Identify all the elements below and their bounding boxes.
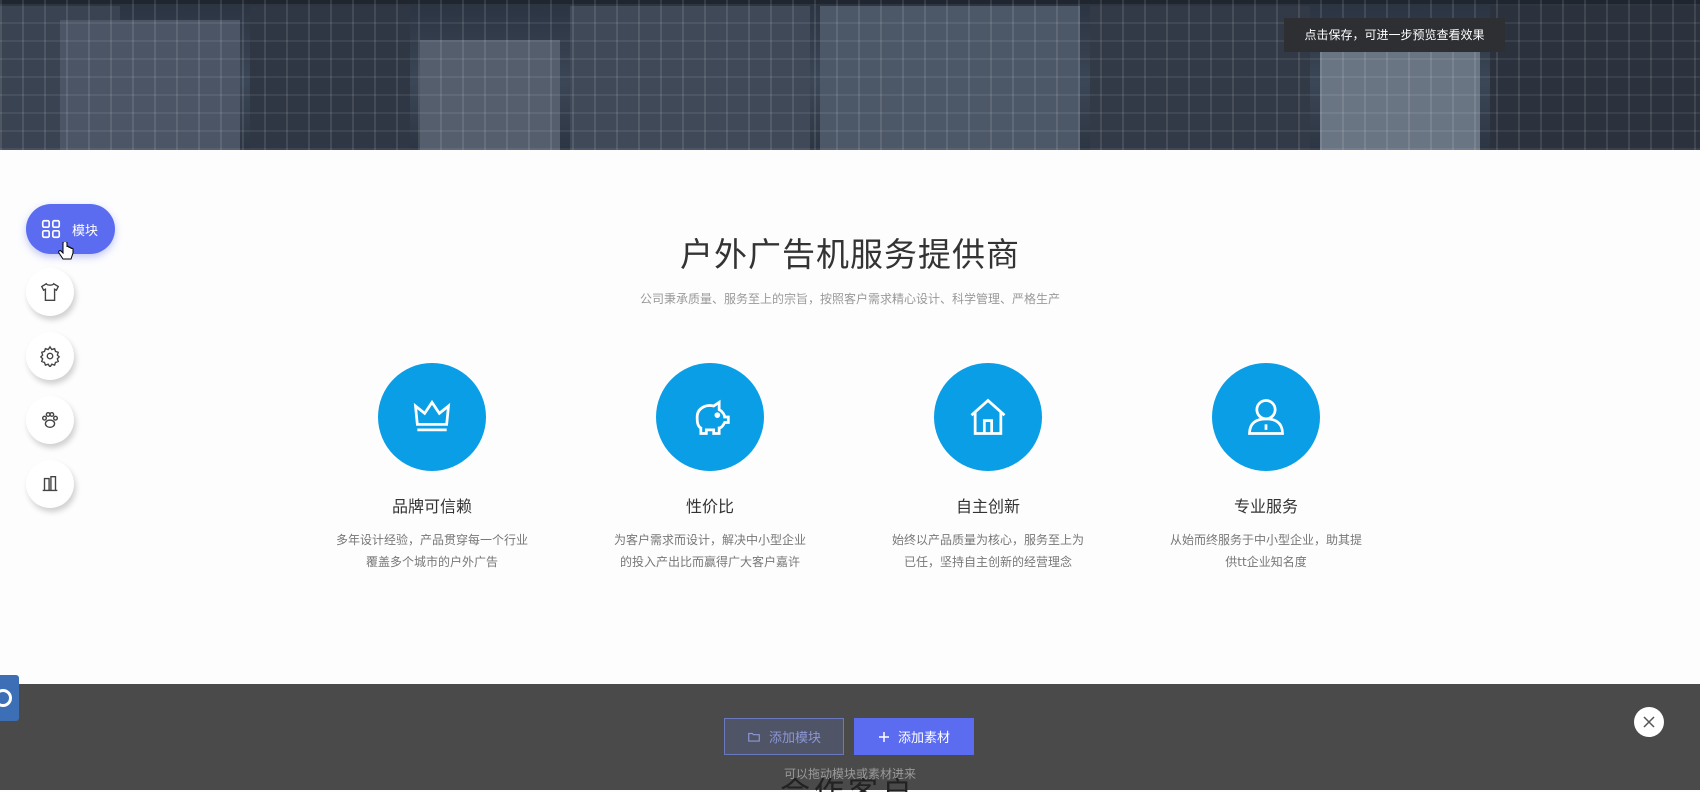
- tool-manual-button[interactable]: [26, 460, 74, 508]
- tool-plugin-button[interactable]: [26, 396, 74, 444]
- paw-icon: [41, 411, 59, 429]
- close-button[interactable]: [1634, 707, 1664, 737]
- chat-icon: [0, 689, 12, 707]
- section-title: 户外广告机服务提供商: [680, 235, 1020, 274]
- piggy-bank-icon: [695, 399, 730, 435]
- feature-icon-circle: [378, 363, 486, 471]
- feature-title: 自主创新: [955, 497, 1020, 516]
- feature-description: 为客户需求而设计，解决中小型企业 的投入产出比而赢得广大客户嘉许: [605, 529, 815, 573]
- feature-description: 始终以产品质量为核心，服务至上为 已任，坚持自主创新的经营理念: [883, 529, 1093, 573]
- side-service-tab[interactable]: [0, 675, 19, 721]
- feature-title: 专业服务: [1233, 497, 1298, 516]
- folder-icon: [748, 732, 760, 742]
- feature-desc-line: 的投入产出比而赢得广大客户嘉许: [619, 555, 800, 569]
- save-tip: 点击保存，可进一步预览查看效果: [1284, 18, 1505, 52]
- feature-desc-line: 多年设计经验，产品贯穿每一个行业: [335, 533, 528, 547]
- plus-icon: [878, 731, 889, 742]
- feature-icon-circle: [656, 363, 764, 471]
- book-icon: [42, 475, 58, 492]
- feature-desc-line: 供tt企业知名度: [1225, 555, 1307, 569]
- feature-icon-circle: [1212, 363, 1320, 471]
- feature-card: 自主创新 始终以产品质量为核心，服务至上为 已任，坚持自主创新的经营理念: [883, 363, 1093, 573]
- feature-card: 品牌可信赖 多年设计经验，产品贯穿每一个行业 覆盖多个城市的户外广告: [327, 363, 537, 573]
- crown-icon: [413, 399, 451, 432]
- feature-desc-line: 覆盖多个城市的户外广告: [365, 555, 498, 569]
- feature-icon-circle: [934, 363, 1042, 471]
- add-material-label: 添加素材: [897, 731, 950, 746]
- feature-desc-line: 从始而终服务于中小型企业，助其提: [1169, 533, 1362, 547]
- feature-card: 专业服务 从始而终服务于中小型企业，助其提 供tt企业知名度: [1161, 363, 1371, 573]
- feature-desc-line: 始终以产品质量为核心，服务至上为: [891, 533, 1084, 547]
- gear-icon: [39, 345, 61, 367]
- add-module-button[interactable]: 添加模块: [724, 718, 844, 755]
- add-material-button[interactable]: 添加素材: [854, 718, 974, 755]
- add-module-label: 添加模块: [768, 731, 821, 746]
- feature-description: 从始而终服务于中小型企业，助其提 供tt企业知名度: [1161, 529, 1371, 573]
- feature-card: 性价比 为客户需求而设计，解决中小型企业 的投入产出比而赢得广大客户嘉许: [605, 363, 815, 573]
- tool-settings-button[interactable]: [26, 332, 74, 380]
- section-subtitle: 公司秉承质量、服务至上的宗旨，按照客户需求精心设计、科学管理、严格生产: [639, 292, 1060, 306]
- feature-description: 多年设计经验，产品贯穿每一个行业 覆盖多个城市的户外广告: [327, 529, 537, 573]
- feature-desc-line: 为客户需求而设计，解决中小型企业: [613, 533, 806, 547]
- home-icon: [970, 398, 1006, 435]
- user-icon: [1248, 399, 1284, 435]
- close-icon: [1643, 716, 1655, 728]
- feature-title: 性价比: [685, 497, 734, 516]
- feature-desc-line: 已任，坚持自主创新的经营理念: [903, 555, 1072, 569]
- feature-title: 品牌可信赖: [391, 497, 472, 516]
